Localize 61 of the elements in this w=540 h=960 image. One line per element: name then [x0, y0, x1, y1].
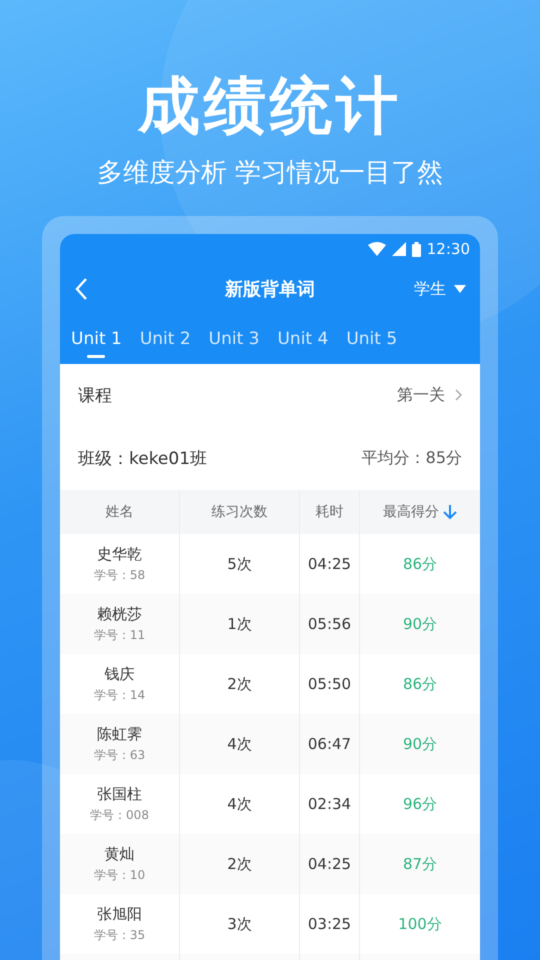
- student-id: 学号：35: [94, 926, 146, 944]
- practice-count: 5次: [227, 554, 252, 574]
- practice-count: 4次: [227, 794, 252, 814]
- student-id: 学号：58: [94, 566, 146, 584]
- time-spent: 04:25: [308, 855, 352, 873]
- caret-icon: [454, 285, 466, 293]
- student-name: 钱庆: [104, 664, 134, 684]
- practice-count: 2次: [227, 674, 252, 694]
- unit-tab[interactable]: Unit 5: [337, 314, 406, 364]
- student-name: 张国柱: [97, 784, 142, 804]
- student-id: 学号：14: [94, 686, 146, 704]
- best-score: 96分: [402, 794, 438, 814]
- best-score: 100分: [398, 914, 442, 934]
- wifi-icon: [368, 242, 386, 256]
- student-name: 张旭阳: [97, 904, 142, 924]
- course-row[interactable]: 课程 第一关: [60, 364, 480, 426]
- best-score: 90分: [402, 614, 438, 634]
- practice-count: 1次: [227, 614, 252, 634]
- best-score: 86分: [402, 554, 438, 574]
- role-dropdown[interactable]: 学生: [414, 278, 466, 300]
- student-id: 学号：10: [94, 866, 146, 884]
- sort-down-icon: [443, 504, 457, 520]
- column-header: 练习次数: [180, 490, 300, 534]
- column-header: 姓名: [60, 490, 180, 534]
- time-spent: 03:25: [308, 915, 352, 933]
- student-id: 学号：63: [94, 746, 146, 764]
- time-spent: 04:25: [308, 555, 352, 573]
- average-score: 平均分：85分: [362, 448, 462, 468]
- course-label: 课程: [78, 384, 112, 406]
- column-header: 耗时: [300, 490, 360, 534]
- best-score: 90分: [402, 734, 438, 754]
- time-spent: 05:56: [308, 615, 352, 633]
- student-id: 学号：11: [94, 626, 146, 644]
- column-header[interactable]: 最高得分: [360, 490, 480, 534]
- status-time: 12:30: [426, 240, 470, 258]
- unit-tab[interactable]: Unit 3: [200, 314, 268, 364]
- screen-title: 新版背单词: [225, 278, 315, 301]
- unit-tab[interactable]: Unit 1: [62, 314, 131, 364]
- time-spent: 05:50: [308, 675, 352, 693]
- practice-count: 2次: [227, 854, 252, 874]
- student-name: 陈虹霁: [97, 724, 142, 744]
- best-score: 86分: [402, 674, 438, 694]
- time-spent: 02:34: [308, 795, 352, 813]
- subtitle: 多维度分析 学习情况一目了然: [96, 157, 444, 190]
- battery-icon: [412, 242, 421, 256]
- headline: 成绩统计: [138, 70, 402, 142]
- chevron-icon: [455, 389, 462, 401]
- student-name: 黄灿: [104, 844, 134, 864]
- back-icon[interactable]: [74, 277, 88, 301]
- student-id: 学号：008: [90, 806, 149, 824]
- student-name: 史华乾: [97, 544, 142, 564]
- unit-tab[interactable]: Unit 2: [130, 314, 200, 364]
- best-score: 87分: [402, 854, 438, 874]
- practice-count: 4次: [227, 734, 252, 754]
- course-value: 第一关: [397, 384, 445, 406]
- unit-tab[interactable]: Unit 4: [268, 314, 338, 364]
- signal-icon: [392, 242, 406, 256]
- student-name: 赖桄莎: [97, 604, 142, 624]
- class-name: 班级：keke01班: [78, 448, 208, 470]
- time-spent: 06:47: [308, 735, 352, 753]
- practice-count: 3次: [227, 914, 252, 934]
